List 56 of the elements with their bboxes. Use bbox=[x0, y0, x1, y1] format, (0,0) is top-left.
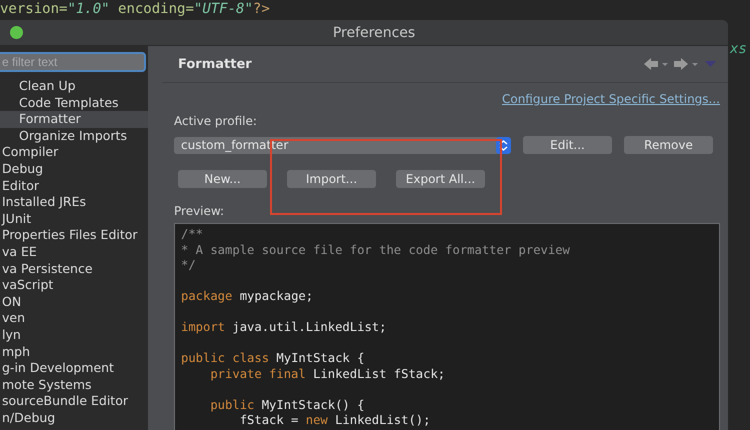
code-token: LinkedList fStack; bbox=[312, 366, 446, 380]
code-token: mypackage; bbox=[238, 289, 314, 303]
code-token: MyIntStack() { bbox=[260, 398, 364, 412]
window-title: Preferences bbox=[332, 24, 416, 40]
code-token: encoding= bbox=[117, 1, 194, 17]
tree-item[interactable]: lyn bbox=[0, 326, 148, 344]
profile-action-button[interactable]: Remove bbox=[624, 136, 713, 154]
profile-action-button[interactable]: Edit... bbox=[523, 136, 612, 154]
tree-item[interactable]: mote Systems bbox=[0, 376, 148, 394]
preview-label: Preview: bbox=[174, 204, 226, 218]
tree-item[interactable]: vaScript bbox=[0, 277, 148, 294]
code-token: /** bbox=[181, 227, 204, 241]
profile-action-button[interactable]: New... bbox=[178, 170, 267, 188]
tree-item[interactable]: JUnit bbox=[0, 210, 148, 228]
code-token: xs bbox=[730, 41, 747, 57]
filter-field[interactable]: e filter text bbox=[0, 52, 146, 72]
tree-item[interactable]: Installed JREs bbox=[0, 194, 148, 211]
tree-item[interactable]: Compiler bbox=[0, 144, 148, 161]
profile-action-button[interactable]: Export All... bbox=[396, 170, 485, 188]
code-token: ?> bbox=[252, 1, 270, 17]
code-token: public class bbox=[181, 351, 270, 365]
tree-item[interactable]: va EE bbox=[0, 244, 148, 261]
code-token: * A sample source file for the code formatter preview bbox=[181, 242, 570, 256]
code-token: private final bbox=[210, 366, 306, 380]
code-token: */ bbox=[181, 258, 196, 272]
window-zoom-icon[interactable] bbox=[10, 26, 23, 39]
code-token: "UTF-8" bbox=[194, 1, 253, 17]
tree-item[interactable]: Clean Up bbox=[0, 78, 148, 95]
code-token: new bbox=[306, 413, 328, 428]
code-token: package bbox=[181, 289, 232, 303]
page-title: Formatter bbox=[178, 56, 252, 72]
tree-item[interactable]: mph bbox=[0, 344, 148, 360]
tree-item[interactable]: Formatter bbox=[0, 111, 148, 128]
code-token: version= bbox=[0, 1, 68, 17]
code-token: java.util.LinkedList; bbox=[231, 320, 386, 334]
active-profile-label: Active profile: bbox=[174, 114, 258, 128]
tree-item[interactable]: Organize Imports bbox=[0, 128, 148, 144]
code-token: fStack = bbox=[240, 413, 300, 428]
code-token: public bbox=[210, 398, 254, 412]
tree-item[interactable]: n/Debug bbox=[0, 410, 148, 426]
tree-item[interactable]: sourceBundle Editor bbox=[0, 393, 148, 410]
tree-item[interactable]: g-in Development bbox=[0, 360, 148, 377]
tree-item[interactable]: ven bbox=[0, 310, 148, 327]
tree-item[interactable]: va Persistence bbox=[0, 260, 148, 278]
tree-item[interactable]: Editor bbox=[0, 178, 148, 194]
code-token: LinkedList(); bbox=[334, 413, 430, 428]
configure-settings-link[interactable]: Configure Project Specific Settings... bbox=[502, 92, 720, 106]
code-token: import bbox=[181, 320, 226, 334]
navigation-arrows-icon[interactable] bbox=[642, 57, 718, 71]
tree-item[interactable]: Code Templates bbox=[0, 94, 148, 112]
tree-item[interactable]: Properties Files Editor bbox=[0, 227, 148, 244]
tree-item[interactable]: Debug bbox=[0, 160, 148, 178]
code-token: MyIntStack { bbox=[275, 351, 364, 365]
tree-item[interactable]: ON bbox=[0, 294, 148, 310]
profile-action-button[interactable]: Import... bbox=[287, 170, 376, 188]
code-token: "1.0" bbox=[67, 1, 110, 17]
